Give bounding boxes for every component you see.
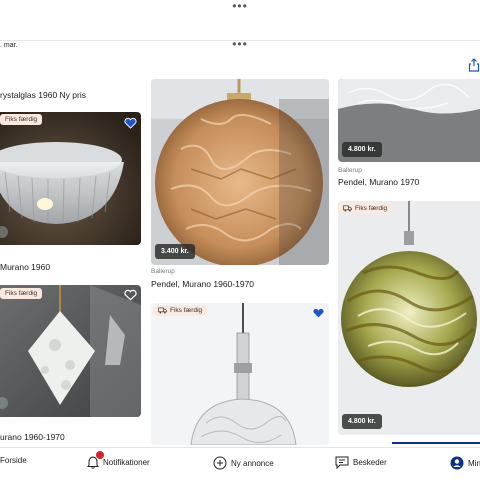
plus-circle-icon	[213, 456, 227, 470]
nav-item-min[interactable]: Min	[450, 456, 480, 470]
listing-image[interactable]	[0, 112, 141, 245]
shipping-badge: Fiks færdig	[153, 305, 208, 316]
price-tag: 3.400 kr.	[155, 244, 195, 259]
listing-image[interactable]	[151, 303, 329, 445]
shipping-badge: Fiks færdig	[0, 114, 43, 125]
app-page: ••• . mar. ••• rystalglas 1960 Ny pris F…	[0, 0, 480, 480]
listing-location: Ballerup	[151, 268, 175, 275]
nav-label: Forside	[0, 456, 27, 465]
listing-title[interactable]: urano 1960-1970	[0, 432, 65, 442]
sheet-drag-handle[interactable]: •••	[0, 38, 480, 50]
listing-image[interactable]	[0, 285, 141, 417]
shipping-badge: Fiks færdig	[338, 203, 393, 214]
badge-label: Fiks færdig	[5, 290, 38, 297]
nav-item-notifikationer[interactable]: Notifikationer	[87, 451, 150, 469]
truck-icon	[343, 205, 352, 212]
bell-icon	[87, 451, 104, 469]
nav-label: Min	[468, 458, 480, 468]
listing-title[interactable]: Murano 1960	[0, 262, 50, 272]
listing-location: Ballerup	[338, 167, 362, 174]
nav-item-ny-annonce[interactable]: Ny annonce	[213, 456, 274, 470]
bottom-navigation: Forside Notifikationer Ny annonce Besked…	[0, 442, 480, 480]
share-icon[interactable]	[468, 58, 480, 72]
heart-icon[interactable]	[124, 289, 137, 301]
badge-label: Fiks færdig	[170, 307, 203, 314]
price-tag: 4.800 kr.	[342, 414, 382, 429]
shipping-badge: Fiks færdig	[0, 288, 43, 299]
nav-label: Notifikationer	[103, 458, 150, 467]
heart-icon[interactable]	[124, 117, 137, 129]
price-tag: 4.800 kr.	[342, 142, 382, 157]
listing-title[interactable]: rystalglas 1960 Ny pris	[0, 90, 86, 100]
nav-label: Ny annonce	[231, 458, 274, 468]
nav-label: Beskeder	[353, 458, 387, 467]
notification-dot	[96, 451, 104, 459]
top-drag-handle[interactable]: •••	[0, 0, 480, 12]
nav-item-forside[interactable]: Forside	[0, 456, 27, 465]
listing-image[interactable]	[338, 201, 480, 435]
chat-icon	[335, 456, 349, 469]
listing-title[interactable]: Pendel, Murano 1960-1970	[151, 279, 254, 289]
truck-icon	[158, 307, 167, 314]
heart-icon[interactable]	[312, 307, 325, 319]
nav-item-beskeder[interactable]: Beskeder	[335, 456, 387, 469]
listing-image[interactable]	[151, 79, 329, 265]
listing-title[interactable]: Pendel, Murano 1970	[338, 177, 419, 187]
active-tab-indicator	[392, 442, 480, 444]
badge-label: Fiks færdig	[5, 116, 38, 123]
profile-icon	[450, 456, 464, 470]
badge-label: Fiks færdig	[355, 205, 388, 212]
